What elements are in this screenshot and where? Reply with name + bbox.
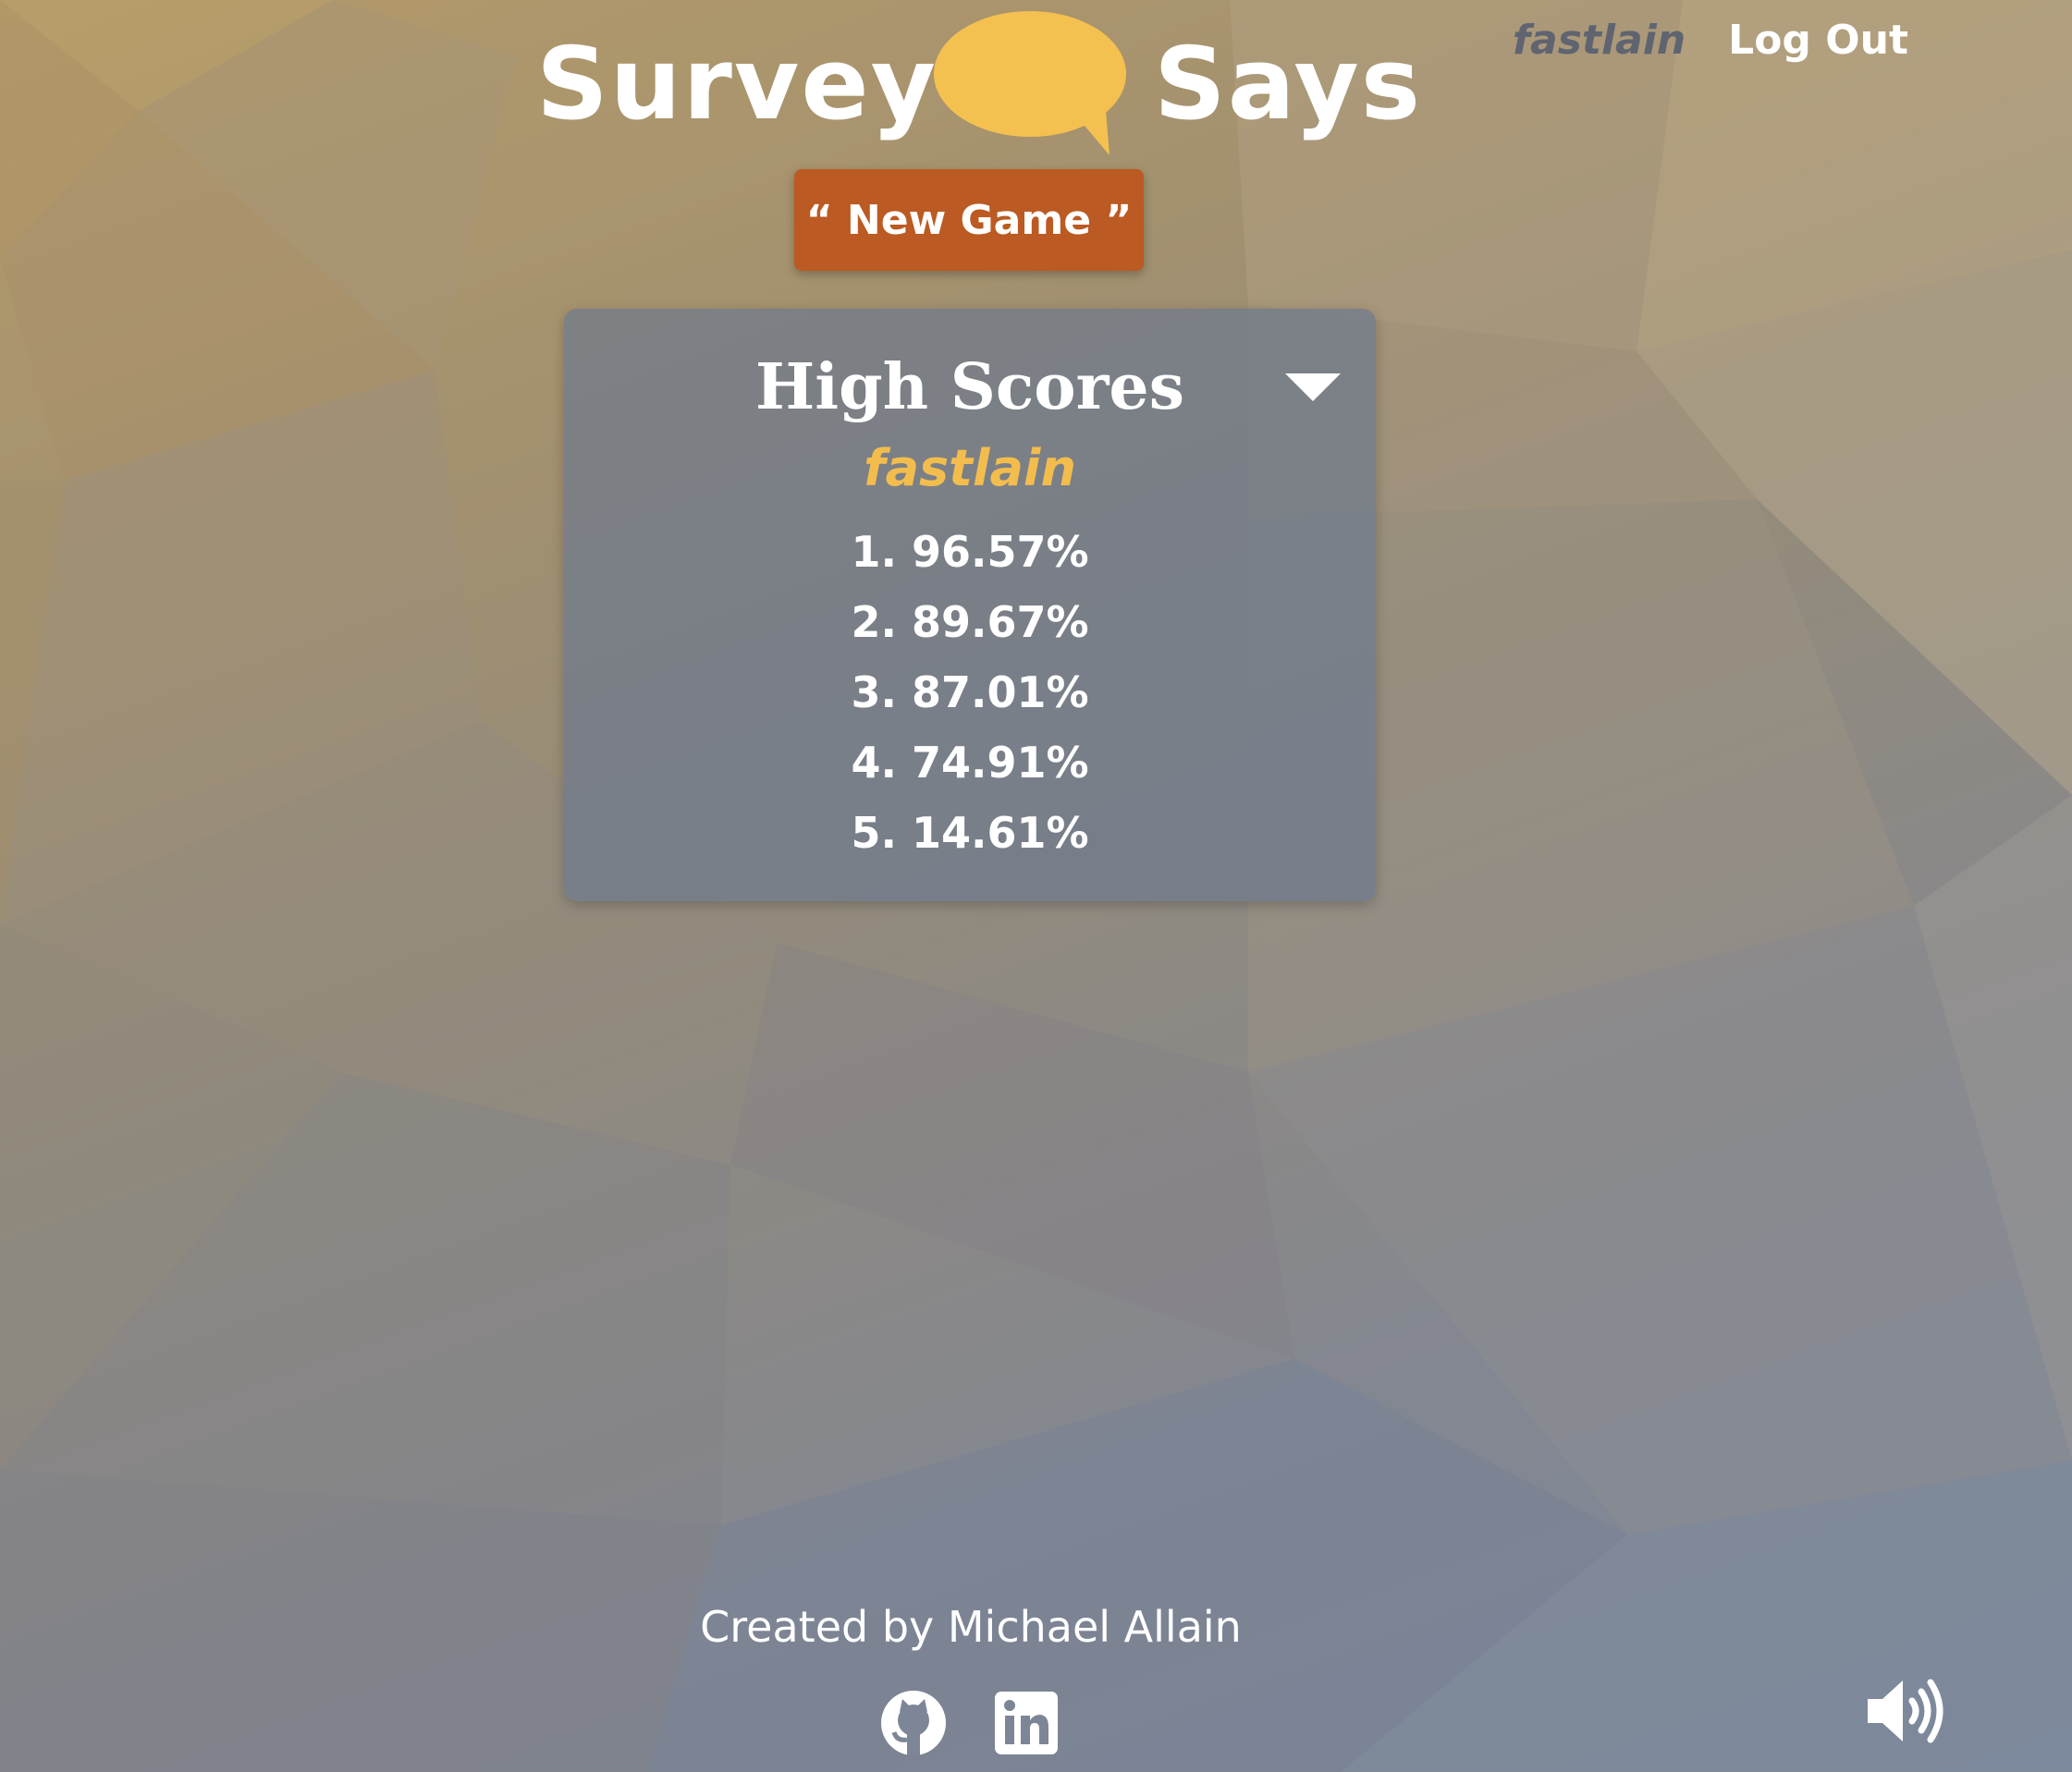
logo-word-says: Says [1154, 27, 1423, 142]
score-value: 87.01% [911, 667, 1089, 717]
footer-links [880, 1690, 1060, 1756]
score-rank: 3. [851, 667, 897, 717]
score-rank: 2. [851, 597, 897, 647]
header: Survey Says fastlain Log Out [0, 0, 2072, 166]
high-scores-title: High Scores [755, 350, 1184, 424]
score-value: 14.61% [911, 808, 1089, 858]
high-scores-user: fastlain [864, 439, 1076, 497]
score-item: 4. 74.91% [564, 727, 1376, 798]
score-item: 3. 87.01% [564, 657, 1376, 727]
logout-link[interactable]: Log Out [1728, 17, 1908, 64]
caret-down-icon[interactable] [1283, 355, 1343, 414]
speech-bubble-icon [934, 11, 1126, 155]
score-value: 74.91% [911, 738, 1089, 788]
logo[interactable]: Survey Says [536, 9, 1420, 157]
linkedin-icon[interactable] [993, 1690, 1060, 1756]
github-icon[interactable] [880, 1690, 947, 1756]
volume-icon[interactable] [1866, 1675, 1945, 1747]
score-item: 1. 96.57% [564, 517, 1376, 587]
score-value: 96.57% [911, 527, 1089, 577]
score-item: 2. 89.67% [564, 587, 1376, 657]
score-list: 1. 96.57% 2. 89.67% 3. 87.01% 4. 74.91% … [564, 517, 1376, 868]
score-value: 89.67% [911, 597, 1089, 647]
new-game-button[interactable]: “ New Game ” [794, 169, 1144, 271]
footer-credit: Created by Michael Allain [700, 1602, 1242, 1652]
high-scores-panel: High Scores fastlain 1. 96.57% 2. 89.67%… [564, 309, 1376, 901]
score-rank: 4. [851, 738, 897, 788]
user-nav: fastlain Log Out [1513, 17, 1908, 64]
score-rank: 5. [851, 808, 897, 858]
score-item: 5. 14.61% [564, 798, 1376, 868]
nav-username: fastlain [1512, 17, 1686, 64]
logo-word-survey: Survey [536, 27, 938, 142]
score-rank: 1. [851, 527, 897, 577]
